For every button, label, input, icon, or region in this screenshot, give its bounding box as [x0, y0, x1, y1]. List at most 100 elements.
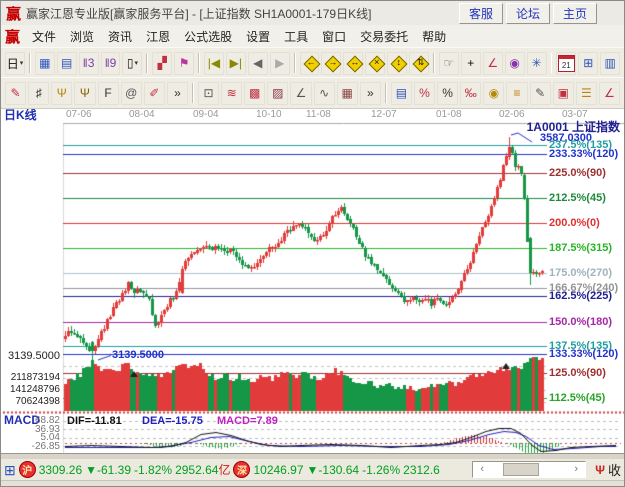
nav-first-button[interactable]: |◀	[204, 52, 224, 75]
menu-formula-stock-pick[interactable]: 公式选股	[177, 26, 239, 47]
spiral-tool-button[interactable]: @	[121, 82, 142, 105]
diamond-arrow-glyph: ←	[301, 57, 322, 67]
grid-net-button[interactable]: ▦	[337, 82, 358, 105]
pattern-shade-button[interactable]: ▨	[267, 82, 288, 105]
gann-level-label: 225.0%(90)	[549, 167, 606, 179]
scroll-thumb[interactable]	[503, 463, 539, 476]
bottom-strip	[1, 480, 624, 487]
toolbar-separator	[192, 83, 194, 103]
pattern-box-button[interactable]: ▩	[244, 82, 265, 105]
angle-line-button[interactable]: ∠	[290, 82, 311, 105]
menu-settings[interactable]: 设置	[239, 26, 277, 47]
volume-scale-2: 141248796	[1, 384, 60, 396]
draw-pen-button[interactable]: ✎	[5, 82, 26, 105]
measure-tool-button[interactable]: ∠	[483, 52, 503, 75]
status-scrollbar: ‹ ›	[472, 461, 586, 478]
nav-next-button[interactable]: ▶	[270, 52, 290, 75]
zoom-expand-button[interactable]: ⇅	[409, 52, 429, 75]
menu-news[interactable]: 资讯	[101, 26, 139, 47]
measure-pen-button[interactable]: ✐	[144, 82, 165, 105]
receive-status-label: 收	[608, 460, 621, 479]
gold-lines-button[interactable]: ≡	[506, 82, 527, 105]
percent-tool-button[interactable]: %	[437, 82, 458, 105]
title-buttons: 客服 论坛 主页	[456, 3, 597, 24]
permille-tool-button[interactable]: ‰	[460, 82, 481, 105]
gann-level-label: 162.5%(225)	[549, 290, 612, 302]
window-tile-button[interactable]: ▦	[35, 52, 55, 75]
period-day-selector[interactable]: 日▾	[5, 52, 25, 75]
low-price-annotation: 3139.5000	[112, 349, 164, 361]
analysis-tool-button[interactable]: ✳	[527, 52, 547, 75]
left-price-label: 3139.5000	[1, 350, 60, 362]
homepage-button[interactable]: 主页	[553, 3, 597, 24]
hand-tool-button[interactable]: ☞	[439, 52, 459, 75]
gann-grid-icon: ♯	[36, 86, 42, 100]
quote-grid-icon[interactable]: ⊞	[4, 463, 16, 477]
pane-title-kline: 日K线	[4, 109, 37, 121]
signal-tower-icon: Ψ	[595, 463, 605, 477]
calculator-button[interactable]: ⊞	[578, 52, 598, 75]
gann-grid-button[interactable]: ♯	[28, 82, 49, 105]
minute-chart-3-icon: ‖3	[83, 56, 95, 70]
quote-board-button[interactable]: ▤	[57, 52, 77, 75]
pattern-tool-icon: ▞	[158, 56, 167, 70]
gann-gold-grid-2-button[interactable]: Ψ	[74, 82, 95, 105]
zoom-cross-button[interactable]: ×	[365, 52, 385, 75]
gold-band-button[interactable]: ☰	[576, 82, 597, 105]
menu-help[interactable]: 帮助	[415, 26, 453, 47]
candle-style-selector[interactable]: ▯▾	[122, 52, 142, 75]
forum-button[interactable]: 论坛	[506, 3, 550, 24]
zigzag-line-button[interactable]: ∿	[314, 82, 335, 105]
date-axis-label: 11-08	[306, 109, 331, 121]
more-tools-button[interactable]: »	[167, 82, 188, 105]
gann-f-tool-button[interactable]: F	[98, 82, 119, 105]
zoom-compress-left-button[interactable]: ←	[300, 52, 320, 75]
menu-gann[interactable]: 江恩	[139, 26, 177, 47]
percent-ruler-icon: %	[419, 86, 430, 100]
pen-mark-button[interactable]: ✎	[530, 82, 551, 105]
shenzhen-market-icon[interactable]: 深	[233, 461, 250, 478]
toolbar-separator	[385, 83, 387, 103]
zoom-vertical-button[interactable]: ↕	[387, 52, 407, 75]
fan-lines-icon: ≋	[227, 86, 237, 100]
more-tools-2-button[interactable]: »	[360, 82, 381, 105]
pattern-tool-button[interactable]: ▞	[152, 52, 172, 75]
menu-tools[interactable]: 工具	[277, 26, 315, 47]
pattern-box-icon: ▩	[249, 86, 260, 100]
nav-last-button[interactable]: ▶|	[226, 52, 246, 75]
date-axis-label: 02-06	[499, 109, 525, 121]
menu-window[interactable]: 窗口	[315, 26, 353, 47]
fan-lines-button[interactable]: ≋	[221, 82, 242, 105]
zoom-horizontal-button[interactable]: ↔	[343, 52, 363, 75]
nav-prev-button[interactable]: ◀	[248, 52, 268, 75]
menu-trade-order[interactable]: 交易委托	[353, 26, 415, 47]
gann-gold-grid-button[interactable]: Ψ	[51, 82, 72, 105]
sh-index-pct: -1.82%	[134, 463, 172, 477]
gann-wheel-button[interactable]: ◉	[505, 52, 525, 75]
minute-chart-3-button[interactable]: ‖3	[79, 52, 99, 75]
menu-bar: 赢 文件 浏览 资讯 江恩 公式选股 设置 工具 窗口 交易委托 帮助	[1, 25, 624, 48]
calendar-button[interactable]: 21	[556, 52, 576, 75]
gold-circle-button[interactable]: ◉	[483, 82, 504, 105]
draw-box-button[interactable]: ⊡	[198, 82, 219, 105]
panel-button[interactable]: ▥	[600, 52, 620, 75]
scroll-right-arrow[interactable]: ›	[567, 463, 585, 476]
minute-chart-9-icon: ‖9	[105, 56, 117, 70]
menu-browse[interactable]: 浏览	[63, 26, 101, 47]
measure-tool-icon: ∠	[487, 56, 498, 70]
indicator-flag-button[interactable]: ⚑	[174, 52, 194, 75]
minute-chart-9-button[interactable]: ‖9	[101, 52, 121, 75]
angle-red-button[interactable]: ∠	[599, 82, 620, 105]
toolbar-separator	[146, 53, 148, 73]
customer-service-button[interactable]: 客服	[459, 3, 503, 24]
crosshair-tool-button[interactable]: +	[461, 52, 481, 75]
stats-table-icon: ▤	[396, 86, 407, 100]
scroll-left-arrow[interactable]: ‹	[473, 463, 491, 476]
percent-ruler-button[interactable]: %	[414, 82, 435, 105]
red-box-button[interactable]: ▣	[553, 82, 574, 105]
shanghai-market-icon[interactable]: 沪	[19, 461, 36, 478]
zoom-compress-right-button[interactable]: →	[321, 52, 341, 75]
measure-pen-icon: ✐	[149, 86, 159, 100]
menu-file[interactable]: 文件	[25, 26, 63, 47]
stats-table-button[interactable]: ▤	[391, 82, 412, 105]
